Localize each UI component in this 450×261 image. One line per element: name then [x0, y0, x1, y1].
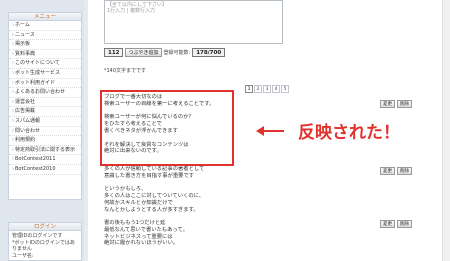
menu-item[interactable]: ›利用規約: [9, 136, 81, 146]
menu-item[interactable]: ›このサイトについて: [9, 59, 81, 69]
login-body: 管理IDのログインです *ボットIDのログインではありません ユーザ名:: [9, 231, 81, 261]
menu-item-label: 運営会社: [15, 98, 36, 105]
chevron-right-icon: ›: [12, 31, 14, 38]
menu-item[interactable]: ›問い合わせ: [9, 127, 81, 137]
callout-arrow-shaft: [262, 130, 284, 132]
chevron-right-icon: ›: [12, 79, 14, 86]
post-line: 書の後ももう1つだけと延: [104, 220, 166, 226]
menu-item[interactable]: ›広告掲載: [9, 107, 81, 117]
post-line: 何故かスキルとか知識だけで: [104, 199, 173, 206]
menu-item[interactable]: ›特定商取引法に関する表示: [9, 146, 81, 156]
available-count: 178/700: [192, 48, 226, 57]
page-link[interactable]: 3: [263, 85, 271, 93]
menu-item-label: スパム通報: [15, 117, 41, 124]
chevron-right-icon: ›: [12, 41, 14, 48]
menu-list: ›ホーム ›ニュース ›掲示板 ›質料事典 ›このサイトについて ›ボット生成サービス ›ボ…: [9, 21, 81, 175]
menu-item[interactable]: ›運営会社: [9, 98, 81, 108]
menu-item[interactable]: ›BotContest2010: [9, 165, 81, 175]
edit-button[interactable]: 変更: [380, 100, 395, 108]
menu-item-label: 特定商取引法に関する表示: [15, 146, 76, 153]
chevron-right-icon: ›: [12, 98, 14, 105]
menu-item[interactable]: ›ボット生成サービス: [9, 69, 81, 79]
post-actions: 変更 削除: [380, 167, 412, 175]
chevron-right-icon: ›: [12, 146, 14, 153]
chevron-right-icon: ›: [12, 137, 14, 144]
callout-arrow-head: [256, 126, 264, 136]
menu-item-label: ホーム: [15, 22, 30, 28]
chevron-right-icon: ›: [12, 69, 14, 76]
tweet-textarea[interactable]: 【全て以内にして下さい】 1行入力 | 複数行入力: [104, 0, 283, 44]
post-actions: 変更 削除: [380, 100, 412, 108]
menu-item-label: 質料事典: [15, 50, 36, 57]
chevron-right-icon: ›: [12, 89, 14, 96]
menu-title: メニュー: [9, 13, 81, 21]
login-line: *ボットIDのログインではありません: [12, 239, 75, 253]
chevron-right-icon: ›: [12, 165, 14, 172]
callout-text: 反映された！: [298, 123, 400, 143]
menu-item-label: BotContest2010: [15, 165, 56, 172]
available-label: 登録可能数:: [163, 50, 191, 56]
add-tweet-button[interactable]: つぶやき追加: [125, 48, 162, 57]
menu-item[interactable]: ›BotContest2011: [9, 155, 81, 165]
edit-button[interactable]: 変更: [380, 220, 395, 228]
post-line: 多くの人が信頼している記事の著者として: [104, 166, 205, 172]
char-limit-note: *140文字までです: [104, 68, 147, 74]
login-line: ユーザ名:: [12, 252, 34, 259]
menu-item[interactable]: ›ホーム: [9, 21, 81, 31]
menu-box: メニュー ›ホーム ›ニュース ›掲示板 ›質料事典 ›このサイトについて ›ボット生成サ…: [8, 12, 82, 200]
post-line: 多くの人はここに対してついていくのに、: [104, 193, 205, 200]
menu-item-label: このサイトについて: [15, 60, 60, 67]
highlight-box: [100, 90, 234, 166]
form-controls: 112 つぶやき追加 登録可能数: 178/700: [104, 48, 226, 57]
delete-button[interactable]: 削除: [397, 100, 412, 108]
post-line: 絶対に履かれないほうがいい。: [104, 240, 179, 247]
post-actions: 変更 削除: [380, 220, 412, 228]
login-box: ログイン 管理IDのログインです *ボットIDのログインではありません ユーザ名:: [8, 222, 82, 261]
tweet-post: 多くの人が信頼している記事の著者として 意識した書き方を目指す事が重要です というか…: [104, 166, 204, 214]
post-line: 意識した書き方を目指す事が重要です: [104, 172, 195, 179]
menu-item[interactable]: ›掲示板: [9, 40, 81, 50]
menu-item-label: 広告掲載: [15, 108, 36, 115]
menu-item[interactable]: ›よくあるお問い合わせ: [9, 88, 81, 98]
menu-item-label: ボット利用ガイド: [15, 79, 56, 86]
pagination: 12345: [245, 85, 289, 93]
menu-item-label: BotContest2011: [15, 156, 56, 163]
menu-item[interactable]: ›スパム通報: [9, 117, 81, 127]
tweet-post: 書の後ももう1つだけと延 最低なんて思いで書いたもあって。 ネットビジネスって重要に…: [104, 220, 188, 247]
menu-item[interactable]: ›ニュース: [9, 31, 81, 41]
post-line: なんとかしようとする人が多すぎます。: [104, 206, 199, 213]
scrollbar[interactable]: [442, 0, 450, 261]
edit-button[interactable]: 変更: [380, 167, 395, 175]
delete-button[interactable]: 削除: [397, 167, 412, 175]
menu-item[interactable]: ›ボット利用ガイド: [9, 79, 81, 89]
login-title: ログイン: [9, 223, 81, 231]
char-count: 112: [104, 48, 124, 57]
menu-item-label: ボット生成サービス: [15, 69, 61, 76]
menu-item-label: ニュース: [15, 31, 35, 38]
post-line: 最低なんて思いで書いたもあって。: [104, 226, 188, 233]
menu-item-label: 問い合わせ: [15, 127, 41, 134]
page-link[interactable]: 4: [272, 85, 280, 93]
chevron-right-icon: ›: [12, 127, 14, 134]
menu-item-label: 掲示板: [15, 41, 31, 48]
sidebar: メニュー ›ホーム ›ニュース ›掲示板 ›質料事典 ›このサイトについて ›ボット生成サ…: [0, 0, 84, 261]
chevron-right-icon: ›: [12, 117, 14, 124]
chevron-right-icon: ›: [12, 60, 14, 67]
textarea-line: 1行入力 | 複数行入力: [107, 8, 156, 14]
menu-item-label: よくあるお問い合わせ: [15, 89, 66, 96]
chevron-right-icon: ›: [12, 156, 14, 163]
chevron-right-icon: ›: [12, 22, 14, 28]
page-link[interactable]: 1: [245, 85, 253, 93]
content-divider: [84, 0, 88, 261]
menu-item-label: 利用規約: [15, 137, 36, 144]
page-link[interactable]: 5: [281, 85, 289, 93]
page-link[interactable]: 2: [254, 85, 262, 93]
chevron-right-icon: ›: [12, 108, 14, 115]
menu-item[interactable]: ›質料事典: [9, 50, 81, 60]
chevron-right-icon: ›: [12, 50, 14, 57]
delete-button[interactable]: 削除: [397, 220, 412, 228]
